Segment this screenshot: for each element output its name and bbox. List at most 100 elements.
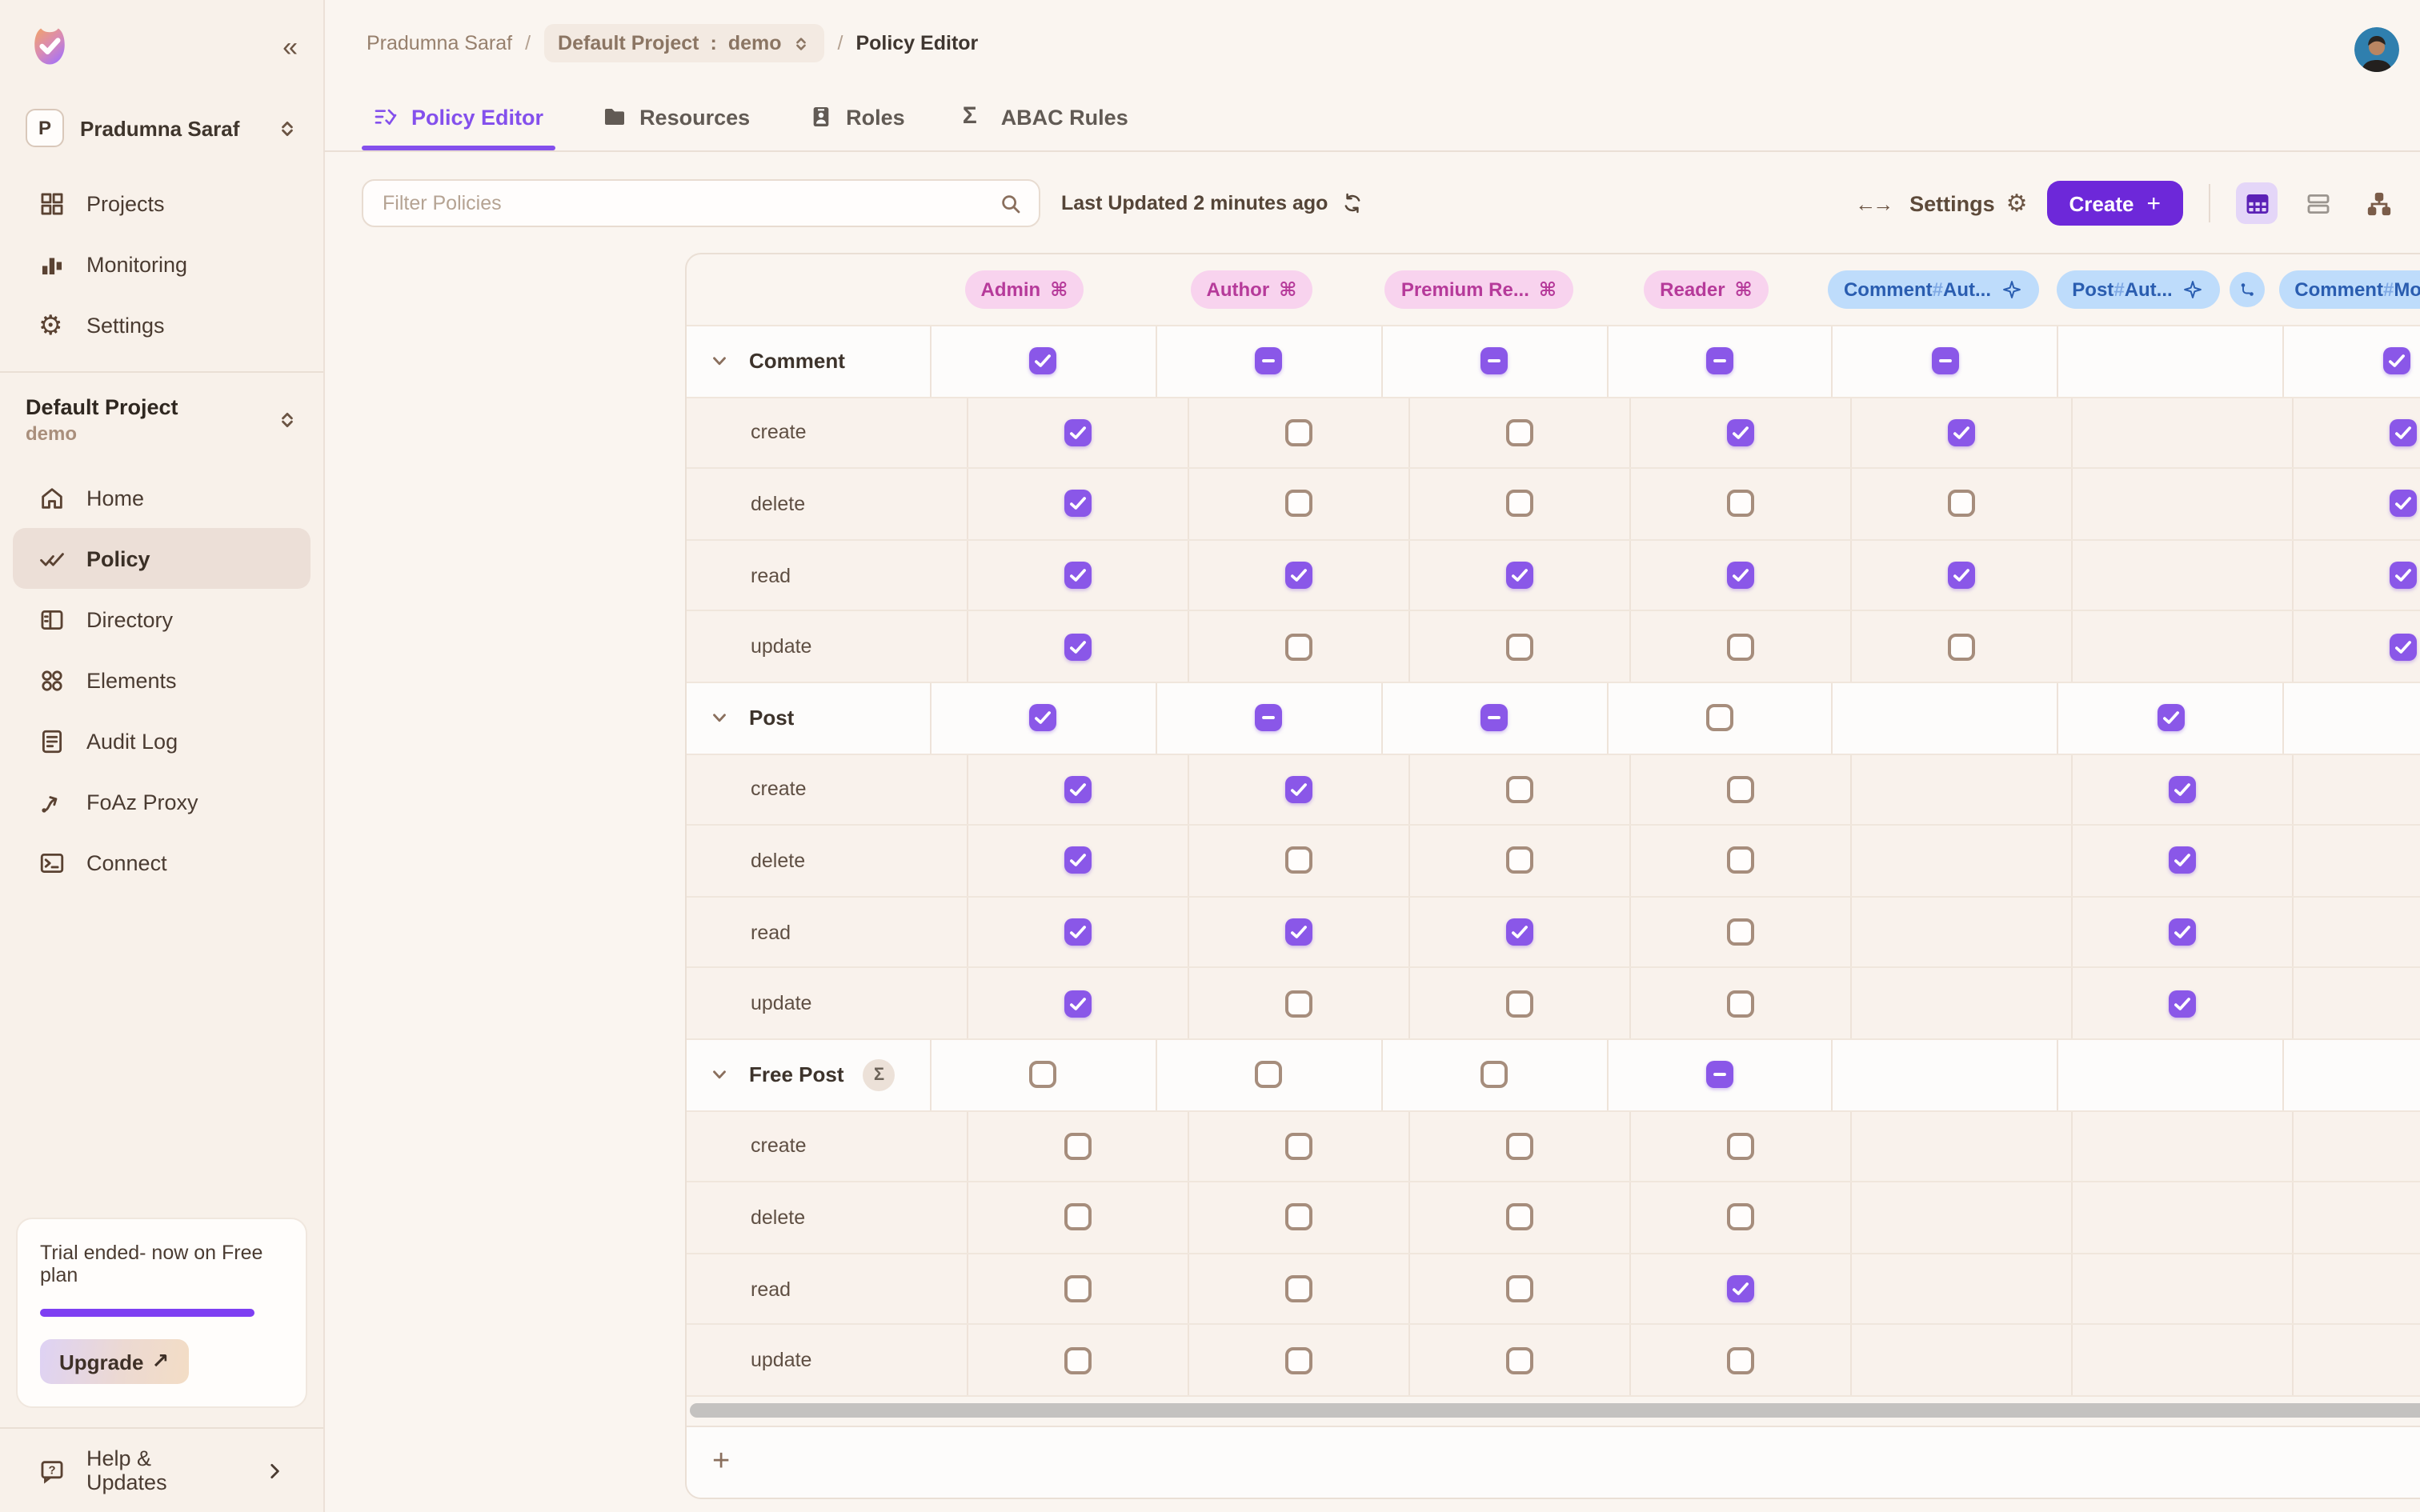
permission-checkbox-unchecked[interactable] — [1285, 490, 1312, 518]
permission-checkbox-unchecked[interactable] — [1506, 419, 1533, 446]
permission-checkbox-unchecked[interactable] — [1706, 705, 1733, 732]
permission-checkbox-unchecked[interactable] — [1285, 1275, 1312, 1302]
permission-checkbox-checked[interactable] — [1285, 918, 1312, 946]
permission-checkbox-checked[interactable] — [2390, 562, 2417, 589]
permission-checkbox-unchecked[interactable] — [1285, 847, 1312, 874]
chevron-down-icon[interactable] — [709, 708, 730, 729]
permission-checkbox-indeterminate[interactable] — [1932, 348, 1959, 375]
sidebar-item-home[interactable]: Home — [13, 467, 311, 528]
permission-checkbox-checked[interactable] — [1064, 776, 1092, 803]
permission-checkbox-unchecked[interactable] — [1030, 1061, 1057, 1088]
tab-roles[interactable]: Roles — [807, 104, 905, 149]
permission-checkbox-indeterminate[interactable] — [1255, 705, 1282, 732]
sidebar-item-settings[interactable]: ⚙Settings — [13, 294, 311, 355]
scrollbar-thumb[interactable] — [690, 1404, 2420, 1418]
permission-checkbox-checked[interactable] — [1064, 847, 1092, 874]
permission-checkbox-unchecked[interactable] — [1506, 776, 1533, 803]
permission-checkbox-unchecked[interactable] — [1727, 633, 1754, 660]
role-chip-reader[interactable]: Reader⌘ — [1644, 270, 1769, 309]
permission-checkbox-unchecked[interactable] — [1285, 1204, 1312, 1231]
permission-checkbox-checked[interactable] — [2390, 419, 2417, 446]
breadcrumb-workspace[interactable]: Pradumna Saraf — [367, 32, 512, 54]
project-selector[interactable]: Default Project demo — [0, 382, 323, 461]
resource-role-chip-comment-aut-[interactable]: Comment#Aut... — [1828, 270, 2039, 309]
tab-resources[interactable]: Resources — [601, 104, 750, 149]
permission-checkbox-unchecked[interactable] — [1506, 847, 1533, 874]
permission-checkbox-checked[interactable] — [1064, 490, 1092, 518]
permission-checkbox-unchecked[interactable] — [1727, 1133, 1754, 1160]
permission-checkbox-checked[interactable] — [1285, 776, 1312, 803]
resource-role-chip-comment-mod-[interactable]: Comment#Mod... — [2278, 270, 2420, 309]
permission-checkbox-checked[interactable] — [1064, 419, 1092, 446]
permission-checkbox-checked[interactable] — [1727, 562, 1754, 589]
permission-checkbox-unchecked[interactable] — [1506, 633, 1533, 660]
permission-checkbox-unchecked[interactable] — [1506, 1275, 1533, 1302]
permission-checkbox-unchecked[interactable] — [1285, 990, 1312, 1017]
permission-checkbox-unchecked[interactable] — [1506, 1133, 1533, 1160]
permission-checkbox-unchecked[interactable] — [1480, 1061, 1508, 1088]
permission-checkbox-unchecked[interactable] — [1506, 990, 1533, 1017]
permission-checkbox-checked[interactable] — [1948, 562, 1975, 589]
add-resource-button[interactable]: + — [712, 1445, 730, 1480]
help-updates-button[interactable]: ? Help & Updates — [0, 1427, 323, 1512]
role-chip-admin[interactable]: Admin⌘ — [965, 270, 1084, 309]
permission-checkbox-unchecked[interactable] — [1064, 1204, 1092, 1231]
permission-checkbox-indeterminate[interactable] — [1706, 348, 1733, 375]
permission-checkbox-checked[interactable] — [1064, 562, 1092, 589]
tab-policy-editor[interactable]: Policy Editor — [373, 104, 543, 149]
permission-checkbox-unchecked[interactable] — [1064, 1133, 1092, 1160]
sidebar-item-policy[interactable]: Policy — [13, 528, 311, 589]
sidebar-collapse-icon[interactable]: « — [282, 33, 298, 60]
permission-checkbox-indeterminate[interactable] — [1706, 1061, 1733, 1088]
permission-checkbox-unchecked[interactable] — [1285, 419, 1312, 446]
workspace-selector[interactable]: P Pradumna Saraf — [0, 93, 323, 166]
permission-checkbox-unchecked[interactable] — [1727, 776, 1754, 803]
sidebar-item-projects[interactable]: Projects — [13, 173, 311, 234]
permission-checkbox-unchecked[interactable] — [1948, 490, 1975, 518]
refresh-icon[interactable] — [1340, 192, 1363, 214]
permission-checkbox-unchecked[interactable] — [1727, 847, 1754, 874]
permission-checkbox-checked[interactable] — [2169, 776, 2196, 803]
permission-checkbox-unchecked[interactable] — [1285, 633, 1312, 660]
permission-checkbox-checked[interactable] — [1506, 918, 1533, 946]
permission-checkbox-unchecked[interactable] — [1727, 990, 1754, 1017]
permission-checkbox-unchecked[interactable] — [1727, 1204, 1754, 1231]
permission-checkbox-unchecked[interactable] — [1506, 490, 1533, 518]
expand-columns-icon[interactable]: ←→ — [1855, 191, 1890, 215]
sidebar-item-audit-log[interactable]: Audit Log — [13, 710, 311, 771]
create-button[interactable]: Create+ — [2047, 181, 2183, 226]
permission-checkbox-checked[interactable] — [2169, 990, 2196, 1017]
permission-checkbox-checked[interactable] — [1064, 918, 1092, 946]
chevron-down-icon[interactable] — [709, 351, 730, 372]
role-chip-author[interactable]: Author⌘ — [1191, 270, 1313, 309]
permission-checkbox-unchecked[interactable] — [1948, 633, 1975, 660]
list-view-button[interactable] — [2297, 182, 2338, 224]
sidebar-item-monitoring[interactable]: Monitoring — [13, 234, 311, 294]
role-chip-premium-re-[interactable]: Premium Re...⌘ — [1385, 270, 1573, 309]
permission-checkbox-checked[interactable] — [2390, 490, 2417, 518]
breadcrumb-project-selector[interactable]: Default Project : demo — [543, 24, 824, 62]
permission-checkbox-unchecked[interactable] — [1064, 1346, 1092, 1374]
permission-checkbox-unchecked[interactable] — [1285, 1346, 1312, 1374]
permission-checkbox-unchecked[interactable] — [1285, 1133, 1312, 1160]
permission-checkbox-indeterminate[interactable] — [1480, 348, 1508, 375]
permission-checkbox-checked[interactable] — [1727, 1275, 1754, 1302]
permission-checkbox-indeterminate[interactable] — [1255, 348, 1282, 375]
permission-checkbox-checked[interactable] — [1030, 705, 1057, 732]
permission-checkbox-unchecked[interactable] — [1506, 1346, 1533, 1374]
upgrade-button[interactable]: Upgrade ↗ — [40, 1339, 188, 1384]
permission-checkbox-unchecked[interactable] — [1064, 1275, 1092, 1302]
filter-policies-input[interactable] — [379, 190, 999, 216]
permission-checkbox-checked[interactable] — [2390, 633, 2417, 660]
permission-checkbox-unchecked[interactable] — [1727, 918, 1754, 946]
permission-checkbox-checked[interactable] — [1506, 562, 1533, 589]
permission-checkbox-checked[interactable] — [1064, 633, 1092, 660]
permission-checkbox-unchecked[interactable] — [1727, 1346, 1754, 1374]
chevron-down-icon[interactable] — [709, 1064, 730, 1085]
permission-checkbox-indeterminate[interactable] — [1480, 705, 1508, 732]
permission-checkbox-checked[interactable] — [2382, 348, 2410, 375]
sidebar-item-directory[interactable]: Directory — [13, 589, 311, 650]
permission-checkbox-checked[interactable] — [1948, 419, 1975, 446]
horizontal-scrollbar[interactable] — [687, 1395, 2420, 1426]
permission-checkbox-checked[interactable] — [1285, 562, 1312, 589]
